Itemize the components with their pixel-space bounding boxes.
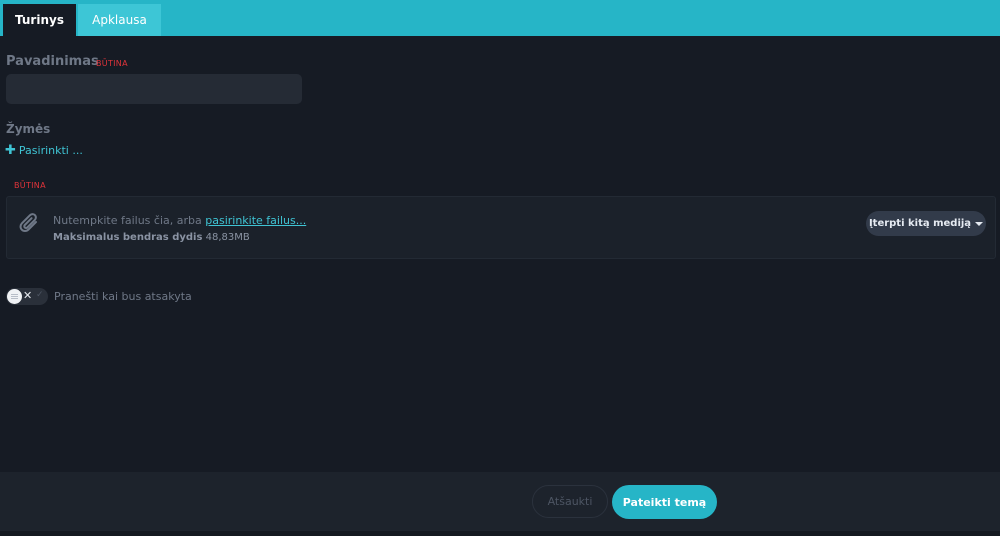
notify-label: Pranešti kai bus atsakyta	[54, 290, 192, 303]
insert-media-button[interactable]: Įterpti kitą mediją	[866, 211, 986, 236]
drop-instruction: Nutempkite failus čia, arba	[53, 214, 206, 227]
max-size-label: Maksimalus bendras dydis	[53, 232, 203, 243]
add-tag-label: Pasirinkti ...	[18, 144, 83, 157]
bottom-strip	[0, 531, 1000, 536]
cancel-button[interactable]: Atšaukti	[532, 485, 608, 518]
insert-media-label: Įterpti kitą mediją	[868, 218, 972, 229]
title-input[interactable]	[6, 74, 302, 104]
caret-down-icon	[975, 221, 984, 226]
paperclip-icon	[19, 211, 41, 235]
tab-content[interactable]: Turinys	[3, 4, 76, 36]
form-footer: Atšaukti Pateikti temą	[0, 472, 1000, 536]
submit-topic-button[interactable]: Pateikti temą	[612, 485, 717, 519]
max-size-info: Maksimalus bendras dydis 48,83MB	[53, 232, 250, 243]
toggle-knob	[7, 289, 22, 304]
tab-poll[interactable]: Apklausa	[78, 4, 161, 36]
knob-grip-icon	[11, 294, 18, 299]
editor-tab-bar: Turinys Apklausa	[0, 0, 1000, 36]
add-tag-button[interactable]: ✚ Pasirinkti ...	[5, 143, 83, 158]
title-required-badge: BŪTINA	[96, 59, 128, 68]
plus-icon: ✚	[5, 143, 16, 158]
file-dropzone[interactable]: Nutempkite failus čia, arba pasirinkite …	[6, 196, 996, 259]
notify-toggle[interactable]: ✕ ✓	[6, 288, 48, 305]
x-icon: ✕	[23, 289, 33, 302]
title-label: Pavadinimas	[6, 54, 99, 69]
check-icon: ✓	[36, 290, 44, 300]
browse-files-link[interactable]: pasirinkite failus...	[205, 214, 306, 227]
tags-label: Žymės	[6, 122, 51, 136]
max-size-value: 48,83MB	[205, 232, 250, 243]
dropzone-text: Nutempkite failus čia, arba pasirinkite …	[53, 214, 306, 227]
attachments-required-badge: BŪTINA	[14, 181, 46, 190]
